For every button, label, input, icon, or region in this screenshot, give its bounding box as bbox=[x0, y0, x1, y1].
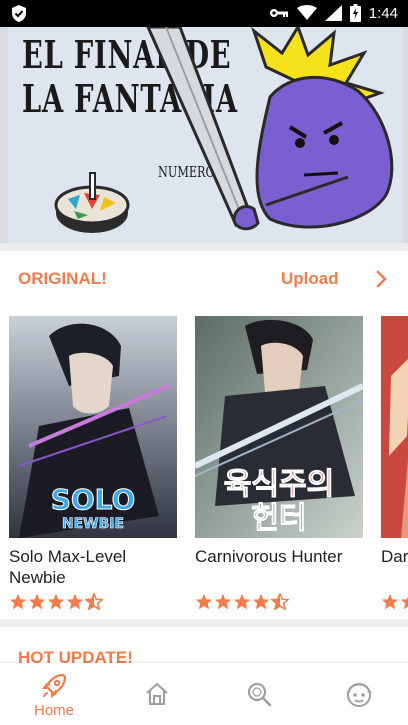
original-carousel[interactable]: SOLO NEWBIE Solo Max-Level Newbie 육식주의 헌… bbox=[0, 316, 408, 616]
comic-title[interactable]: Dar bbox=[381, 546, 408, 567]
original-section-header: ORIGINAL! Upload bbox=[0, 251, 408, 307]
comic-cover[interactable]: SOLO NEWBIE bbox=[9, 316, 177, 538]
comic-cover[interactable]: 육식주의 헌터 bbox=[195, 316, 363, 538]
rating-stars bbox=[381, 593, 408, 610]
star-full-icon bbox=[252, 593, 270, 610]
star-full-icon bbox=[400, 596, 408, 610]
banner-illustration bbox=[54, 27, 394, 233]
comic-card[interactable]: SOLO NEWBIE Solo Max-Level Newbie bbox=[9, 316, 177, 610]
star-full-icon bbox=[47, 593, 65, 610]
comic-card[interactable]: 육식주의 헌터 Carnivorous Hunter bbox=[195, 316, 363, 610]
battery-icon bbox=[349, 4, 361, 22]
clock: 1:44 bbox=[368, 4, 398, 22]
banner-carousel[interactable]: EL FINAL DE LA FANTASIA NUMERO 7 bbox=[0, 27, 408, 243]
tab-profile[interactable] bbox=[308, 663, 408, 725]
cover-logo-text: SOLO bbox=[51, 483, 136, 516]
cover-logo-sub: 헌터 bbox=[251, 501, 306, 536]
star-full-icon bbox=[195, 593, 213, 610]
comic-title[interactable]: Carnivorous Hunter bbox=[195, 546, 363, 567]
status-bar: 1:44 bbox=[0, 0, 408, 27]
tab-search[interactable] bbox=[208, 663, 310, 725]
tab-label: Home bbox=[33, 702, 74, 719]
house-icon bbox=[146, 683, 168, 705]
star-full-icon bbox=[66, 593, 84, 610]
comic-title[interactable]: Solo Max-Level Newbie bbox=[9, 546, 177, 588]
star-half-icon bbox=[271, 593, 289, 610]
key-icon bbox=[269, 9, 288, 17]
comic-cover[interactable] bbox=[381, 316, 408, 538]
rating-stars bbox=[195, 593, 289, 610]
section-title: ORIGINAL! bbox=[18, 269, 107, 288]
face-icon bbox=[346, 683, 372, 707]
shield-icon bbox=[12, 5, 26, 22]
star-full-icon bbox=[9, 593, 27, 610]
section-divider bbox=[0, 243, 408, 251]
cover-logo-text: 육식주의 bbox=[224, 467, 334, 502]
star-half-icon bbox=[85, 593, 103, 610]
cover-logo-sub: NEWBIE bbox=[62, 516, 124, 532]
star-full-icon bbox=[214, 593, 232, 610]
wifi-icon bbox=[296, 5, 317, 20]
section-divider bbox=[0, 619, 408, 627]
star-full-icon bbox=[28, 593, 46, 610]
upload-link[interactable]: Upload bbox=[281, 269, 339, 289]
tab-library[interactable] bbox=[106, 663, 208, 725]
comic-card[interactable]: Dar bbox=[381, 316, 408, 610]
search-icon bbox=[247, 682, 272, 707]
star-full-icon bbox=[233, 593, 251, 610]
rating-stars bbox=[9, 593, 103, 610]
star-full-icon bbox=[381, 593, 399, 610]
tab-home[interactable]: Home bbox=[3, 663, 105, 725]
signal-icon bbox=[324, 5, 342, 21]
banner-image[interactable]: EL FINAL DE LA FANTASIA NUMERO 7 bbox=[8, 27, 402, 243]
chevron-right-icon[interactable] bbox=[376, 269, 388, 289]
rocket-icon bbox=[42, 673, 67, 698]
bottom-tab-bar: Home bbox=[0, 663, 408, 725]
